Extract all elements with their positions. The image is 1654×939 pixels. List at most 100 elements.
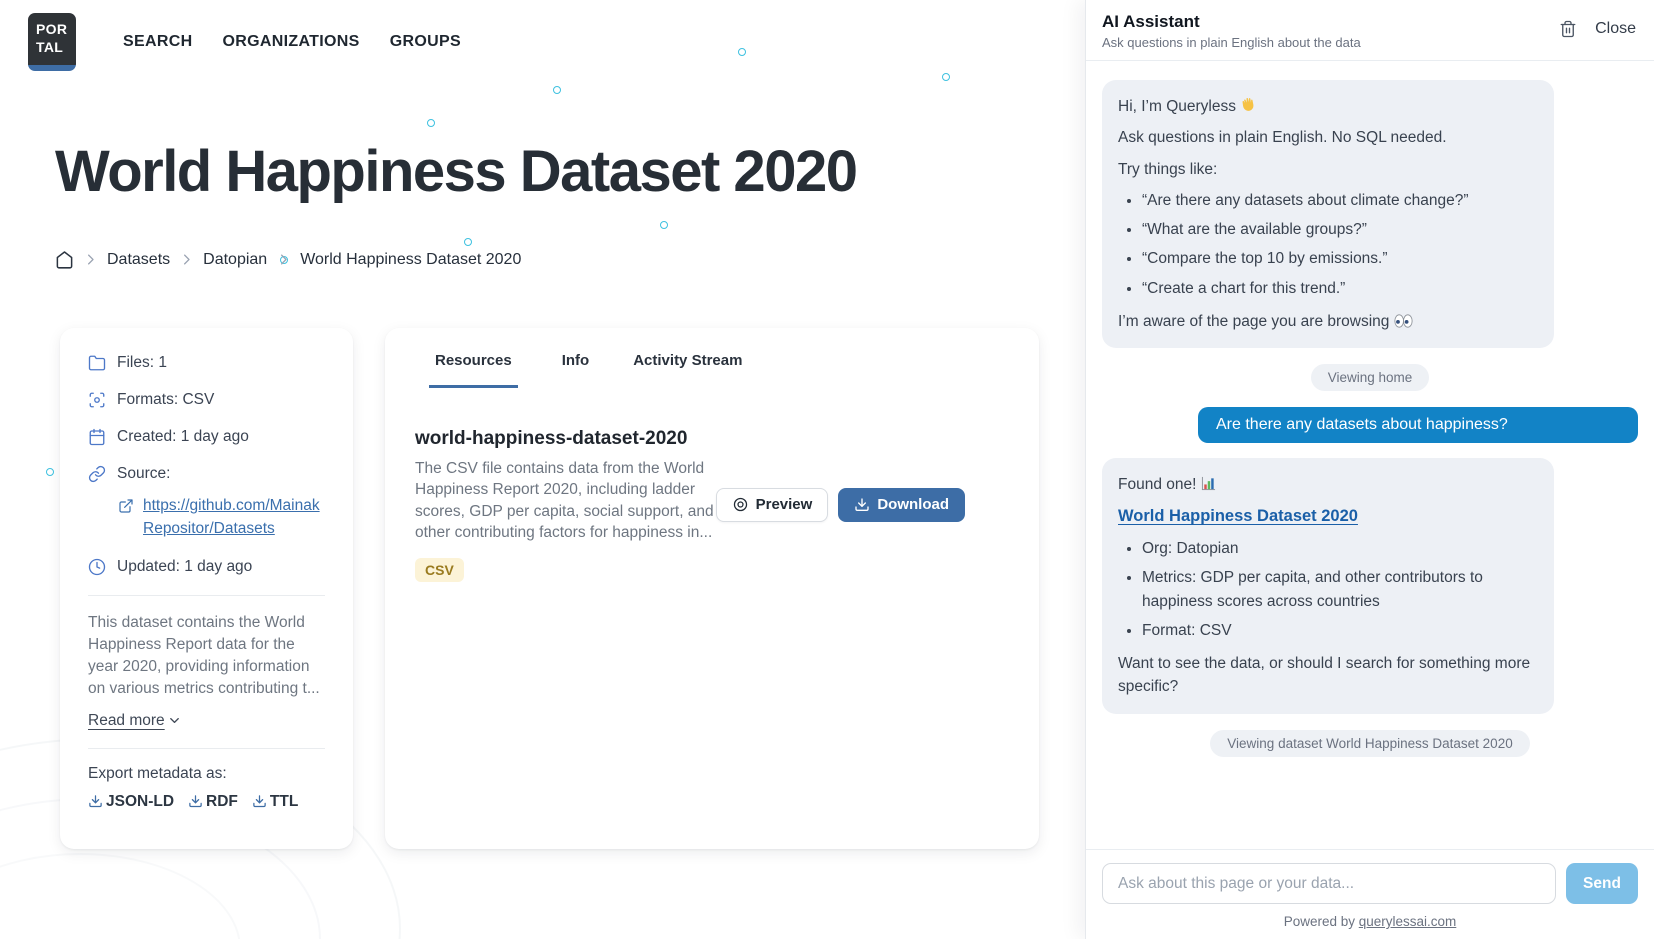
assistant-subtitle: Ask questions in plain English about the… [1102, 35, 1361, 50]
dataset-result-link[interactable]: World Happiness Dataset 2020 [1118, 507, 1358, 525]
greeting-line-2: Ask questions in plain English. No SQL n… [1118, 126, 1538, 149]
answer-dataset: World Happiness Dataset 2020 [1118, 504, 1538, 529]
export-jsonld-link[interactable]: JSON-LD [88, 793, 174, 811]
answer-fact: Metrics: GDP per capita, and other contr… [1142, 566, 1538, 613]
chat-input[interactable] [1102, 863, 1556, 904]
answer-fact-list: Org: Datopian Metrics: GDP per capita, a… [1118, 537, 1538, 642]
export-metadata-label: Export metadata as: [88, 765, 325, 783]
resource-list-item: world-happiness-dataset-2020 The CSV fil… [415, 428, 1009, 582]
resource-info: world-happiness-dataset-2020 The CSV fil… [415, 428, 716, 582]
nav-links: SEARCH ORGANIZATIONS GROUPS [123, 33, 461, 51]
clear-chat-button[interactable] [1559, 20, 1577, 38]
powered-by-label: Powered by [1284, 914, 1355, 929]
tab-activity-stream[interactable]: Activity Stream [633, 352, 742, 388]
external-link-icon [118, 498, 134, 514]
assistant-header-actions: Close [1559, 12, 1636, 38]
app-root: POR TAL SEARCH ORGANIZATIONS GROUPS Worl… [0, 0, 1654, 939]
decor-ring [942, 73, 950, 81]
suggestion-item: “Compare the top 10 by emissions.” [1142, 247, 1538, 270]
export-links-row: JSON-LD RDF TTL [88, 793, 325, 811]
resource-card: Resources Info Activity Stream world-hap… [385, 328, 1039, 849]
assistant-message-answer: Found one! World Happiness Dataset 2020 … [1102, 458, 1554, 714]
folder-icon [88, 354, 106, 372]
export-jsonld-label: JSON-LD [106, 793, 174, 811]
updated-value: Updated: 1 day ago [117, 558, 252, 576]
assistant-message-greeting: Hi, I’m Queryless Ask questions in plain… [1102, 80, 1554, 348]
chevron-right-icon [276, 252, 291, 267]
download-icon [252, 794, 267, 809]
user-message: Are there any datasets about happiness? [1198, 407, 1638, 443]
download-icon [854, 497, 870, 513]
formats-value: Formats: CSV [117, 391, 214, 409]
clock-icon [88, 558, 106, 576]
waving-hand-emoji [1240, 96, 1257, 113]
breadcrumb-home-link[interactable] [55, 250, 74, 269]
formats-row: Formats: CSV [88, 391, 325, 409]
trash-icon [1559, 20, 1577, 38]
read-more-label: Read more [88, 712, 165, 730]
download-icon [188, 794, 203, 809]
export-rdf-link[interactable]: RDF [188, 793, 238, 811]
ai-assistant-panel: AI Assistant Ask questions in plain Engl… [1085, 0, 1654, 939]
breadcrumb-item-datasets[interactable]: Datasets [107, 251, 170, 269]
files-row: Files: 1 [88, 354, 325, 372]
dataset-description: This dataset contains the World Happines… [88, 612, 325, 700]
portal-logo[interactable]: POR TAL [28, 13, 76, 71]
querylessai-link[interactable]: querylessai.com [1359, 914, 1457, 929]
decor-ring [464, 238, 472, 246]
created-value: Created: 1 day ago [117, 428, 249, 446]
tab-resources[interactable]: Resources [429, 352, 518, 388]
bar-chart-emoji [1201, 476, 1216, 491]
close-button[interactable]: Close [1595, 20, 1636, 38]
nav-item-groups[interactable]: GROUPS [390, 33, 461, 51]
suggestion-item: “What are the available groups?” [1142, 218, 1538, 241]
link-icon [88, 465, 106, 483]
answer-fact: Format: CSV [1142, 619, 1538, 642]
assistant-title: AI Assistant [1102, 12, 1361, 32]
send-button[interactable]: Send [1566, 863, 1638, 904]
source-url-link[interactable]: https://github.com/MainakRepositor/Datas… [143, 494, 323, 541]
format-badge: CSV [415, 558, 464, 582]
source-link-row: https://github.com/MainakRepositor/Datas… [118, 494, 325, 541]
eyes-emoji [1394, 314, 1413, 328]
resource-actions: Preview Download [716, 488, 1009, 522]
tab-info[interactable]: Info [562, 352, 590, 388]
chevron-right-icon [83, 252, 98, 267]
answer-outro: Want to see the data, or should I search… [1118, 652, 1538, 699]
read-more-link[interactable]: Read more [88, 712, 182, 730]
breadcrumb: Datasets Datopian World Happiness Datase… [55, 250, 521, 269]
context-pill-viewing-dataset: Viewing dataset World Happiness Dataset … [1210, 730, 1529, 757]
decor-ring [738, 48, 746, 56]
decor-ring [660, 221, 668, 229]
export-ttl-link[interactable]: TTL [252, 793, 298, 811]
greeting-line-3: Try things like: [1118, 158, 1538, 181]
portal-logo-accent-bar [28, 65, 76, 71]
download-button[interactable]: Download [838, 488, 965, 522]
nav-item-organizations[interactable]: ORGANIZATIONS [222, 33, 359, 51]
chat-messages: Hi, I’m Queryless Ask questions in plain… [1086, 61, 1654, 849]
files-value: Files: 1 [117, 354, 167, 372]
suggestion-item: “Are there any datasets about climate ch… [1142, 189, 1538, 212]
export-ttl-label: TTL [270, 793, 298, 811]
portal-logo-text: POR TAL [28, 13, 76, 65]
chevron-right-icon [179, 252, 194, 267]
assistant-header: AI Assistant Ask questions in plain Engl… [1086, 0, 1654, 61]
tabbar: Resources Info Activity Stream [415, 352, 1009, 388]
calendar-icon [88, 428, 106, 446]
main-content: POR TAL SEARCH ORGANIZATIONS GROUPS Worl… [0, 0, 1085, 939]
preview-button[interactable]: Preview [716, 488, 829, 522]
nav-item-search[interactable]: SEARCH [123, 33, 192, 51]
context-pill-viewing-home: Viewing home [1311, 364, 1430, 391]
suggestion-list: “Are there any datasets about climate ch… [1118, 189, 1538, 300]
format-scan-icon [88, 391, 106, 409]
answer-fact: Org: Datopian [1142, 537, 1538, 560]
decor-ring [427, 119, 435, 127]
preview-label: Preview [756, 496, 813, 513]
breadcrumb-item-datopian[interactable]: Datopian [203, 251, 267, 269]
suggestion-item: “Create a chart for this trend.” [1142, 277, 1538, 300]
metadata-card: Files: 1 Formats: CSV Created: 1 day ago… [60, 328, 353, 849]
powered-by-footer: Powered by querylessai.com [1086, 910, 1654, 939]
chat-input-area: Send [1086, 849, 1654, 910]
resource-name: world-happiness-dataset-2020 [415, 428, 716, 450]
decor-ring [46, 468, 54, 476]
